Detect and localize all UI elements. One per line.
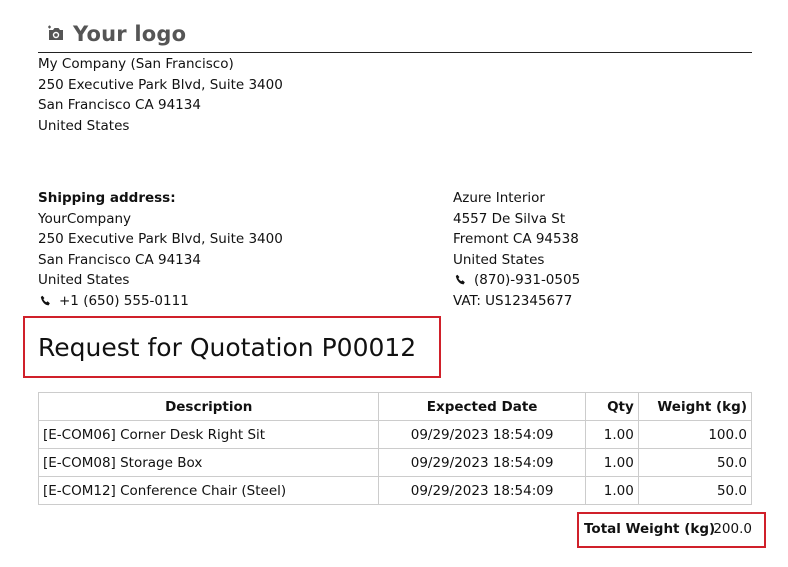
shipping-address: Shipping address: YourCompany 250 Execut… [38, 188, 283, 311]
row-description: [E-COM08] Storage Box [37, 448, 380, 477]
total-weight-value: 200.0 [713, 521, 752, 537]
header-divider [38, 52, 752, 53]
shipping-city: San Francisco CA 94134 [38, 251, 201, 268]
vendor-city: Fremont CA 94538 [453, 231, 579, 247]
row-description: [E-COM12] Conference Chair (Steel) [37, 476, 380, 505]
shipping-country: United States [38, 272, 130, 288]
order-lines-table: Description Expected Date Qty Weight (kg… [37, 392, 753, 505]
shipping-heading: Shipping address: [38, 190, 176, 206]
vendor-phone: (870)-931-0505 [474, 272, 581, 288]
company-logo: Your logo [47, 22, 186, 46]
shipping-name: YourCompany [38, 210, 132, 227]
row-weight: 100.0 [637, 420, 753, 449]
header-weight: Weight (kg) [637, 392, 753, 421]
vendor-phone-row: (870)-931-0505 [453, 270, 580, 291]
document-title: Request for Quotation P00012 [38, 333, 417, 362]
row-qty: 1.00 [584, 448, 639, 477]
row-expected-date: 09/29/2023 18:54:09 [378, 420, 586, 449]
row-description: [E-COM06] Corner Desk Right Sit [37, 420, 380, 449]
vendor-address: Azure Interior 4557 De Silva St Fremont … [453, 188, 580, 311]
shipping-phone: +1 (650) 555-0111 [59, 292, 189, 309]
header-description: Description [37, 392, 380, 421]
shipping-phone-row: +1 (650) 555-0111 [38, 291, 283, 312]
company-address: My Company (San Francisco) 250 Executive… [38, 54, 283, 136]
company-street: 250 Executive Park Blvd, Suite 3400 [38, 76, 283, 93]
table-row: [E-COM06] Corner Desk Right Sit 09/29/20… [37, 420, 753, 449]
row-weight: 50.0 [637, 448, 753, 477]
total-weight-label: Total Weight (kg) [584, 521, 716, 537]
header-expected-date: Expected Date [378, 392, 586, 421]
vendor-street: 4557 De Silva St [453, 210, 566, 227]
phone-icon [455, 275, 465, 285]
shipping-street: 250 Executive Park Blvd, Suite 3400 [38, 231, 283, 247]
quotation-document: Your logo My Company (San Francisco) 250… [0, 0, 788, 567]
company-country: United States [38, 117, 130, 134]
company-city: San Francisco CA 94134 [38, 97, 201, 113]
row-qty: 1.00 [584, 420, 639, 449]
table-row: [E-COM08] Storage Box 09/29/2023 18:54:0… [37, 448, 753, 477]
row-expected-date: 09/29/2023 18:54:09 [378, 448, 586, 477]
row-weight: 50.0 [637, 476, 753, 505]
table-header-row: Description Expected Date Qty Weight (kg… [37, 392, 753, 421]
header-qty: Qty [584, 392, 639, 421]
logo-text: Your logo [73, 22, 187, 46]
company-name: My Company (San Francisco) [38, 56, 234, 72]
phone-icon [40, 295, 50, 306]
vendor-vat: VAT: US12345677 [453, 292, 573, 309]
table-row: [E-COM12] Conference Chair (Steel) 09/29… [37, 476, 753, 505]
vendor-name: Azure Interior [453, 190, 545, 206]
row-expected-date: 09/29/2023 18:54:09 [378, 476, 586, 505]
row-qty: 1.00 [584, 476, 639, 505]
camera-icon [48, 25, 63, 40]
vendor-country: United States [453, 251, 545, 268]
